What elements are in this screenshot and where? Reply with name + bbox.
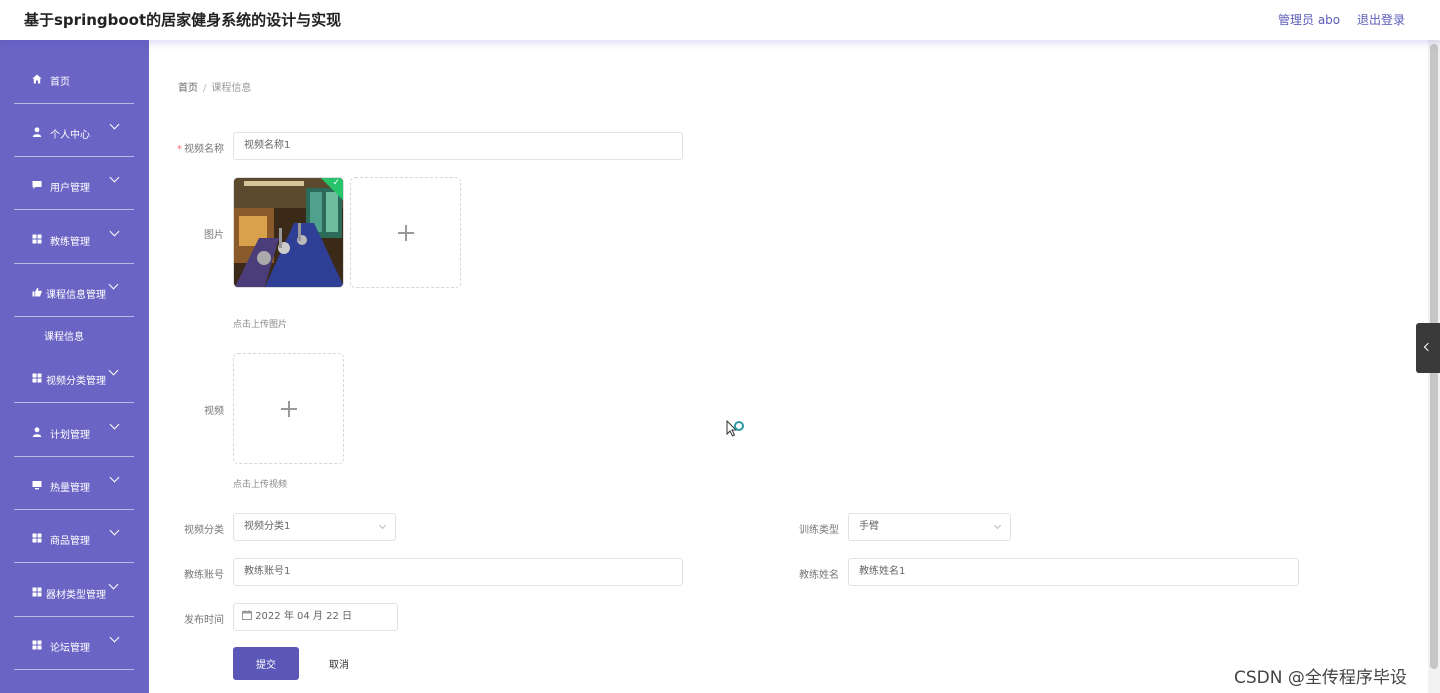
sidebar-item-course-management[interactable]: 课程信息管理 xyxy=(14,265,134,317)
chevron-down-icon xyxy=(109,472,120,483)
chevron-down-icon xyxy=(378,521,387,530)
current-user: 管理员 abo xyxy=(1278,13,1341,27)
watermark: CSDN @全传程序毕设 xyxy=(1234,668,1407,688)
sidebar-item-label: 器材类型管理 xyxy=(46,590,106,601)
sidebar-item-label: 课程信息管理 xyxy=(46,290,106,301)
sidebar-item-label: 教练管理 xyxy=(50,237,90,248)
chevron-left-icon xyxy=(1423,342,1433,352)
sidebar-item-label: 用户管理 xyxy=(50,183,90,194)
train-type-select[interactable]: 手臂 xyxy=(848,513,1011,541)
check-icon: ✓ xyxy=(332,178,340,188)
chevron-down-icon xyxy=(108,365,119,376)
image-upload-hint: 点击上传图片 xyxy=(233,320,288,330)
sidebar-item-forum-management[interactable]: 论坛管理 xyxy=(14,618,134,670)
video-name-label: * 视频名称 xyxy=(164,140,224,155)
top-bar: 基于springboot的居家健身系统的设计与实现 管理员 abo 退出登录 xyxy=(0,0,1440,40)
sidebar-item-personal-center[interactable]: 个人中心 xyxy=(14,105,134,157)
publish-time-picker[interactable]: 2022 年 04 月 22 日 xyxy=(233,603,398,631)
logout-link[interactable]: 退出登录 xyxy=(1357,11,1405,28)
sidebar-item-label: 首页 xyxy=(50,77,70,88)
user-icon xyxy=(32,427,42,437)
grid-icon xyxy=(32,234,42,244)
grid-icon xyxy=(32,373,42,383)
sidebar-item-video-category-management[interactable]: 视频分类管理 xyxy=(14,351,134,403)
home-icon xyxy=(32,74,42,84)
video-name-label-text: 视频名称 xyxy=(184,144,224,155)
chevron-down-icon xyxy=(109,419,120,430)
monitor-icon xyxy=(32,481,42,490)
coach-name-label: 教练姓名 xyxy=(799,570,839,581)
app-title: 基于springboot的居家健身系统的设计与实现 xyxy=(24,11,342,29)
chevron-down-icon xyxy=(108,279,119,290)
grid-icon xyxy=(32,533,42,543)
sidebar-item-label: 热量管理 xyxy=(50,483,90,494)
plus-icon xyxy=(288,401,290,417)
image-label: 图片 xyxy=(204,230,224,241)
grid-icon xyxy=(32,640,42,650)
busy-cursor-icon xyxy=(726,420,744,437)
sidebar-item-label: 论坛管理 xyxy=(50,643,90,654)
sidebar-item-label: 视频分类管理 xyxy=(46,376,106,387)
chevron-down-icon xyxy=(993,521,1002,530)
sidebar-item-calorie-management[interactable]: 热量管理 xyxy=(14,458,134,510)
image-upload-button[interactable] xyxy=(350,177,461,288)
publish-time-value: 2022 年 04 月 22 日 xyxy=(255,611,352,622)
grid-icon xyxy=(32,587,42,597)
breadcrumb-separator: / xyxy=(203,83,207,94)
sidebar-item-label: 计划管理 xyxy=(50,430,90,441)
category-label: 视频分类 xyxy=(184,525,224,536)
chevron-down-icon xyxy=(109,525,120,536)
publish-time-label: 发布时间 xyxy=(184,615,224,626)
video-upload-hint: 点击上传视频 xyxy=(233,480,288,490)
coach-account-input[interactable]: 教练账号1 xyxy=(233,558,683,586)
chat-icon xyxy=(32,181,42,189)
train-type-label: 训练类型 xyxy=(799,525,839,536)
chevron-down-icon xyxy=(109,632,120,643)
category-value: 视频分类1 xyxy=(244,521,291,532)
user-icon xyxy=(32,127,42,137)
sidebar-item-coach-management[interactable]: 教练管理 xyxy=(14,212,134,264)
sidebar-item-user-management[interactable]: 用户管理 xyxy=(14,158,134,210)
coach-account-label: 教练账号 xyxy=(184,570,224,581)
submit-button[interactable]: 提交 xyxy=(233,647,299,680)
sidebar-item-label: 个人中心 xyxy=(50,130,90,141)
sidebar: 首页 个人中心 用户管理 教练管理 课程信息管理 课程信息 视频分类管理 计划管… xyxy=(0,40,149,693)
video-upload-button[interactable] xyxy=(233,353,344,464)
gym-photo xyxy=(234,178,343,287)
sidebar-item-equipment-type-management[interactable]: 器材类型管理 xyxy=(14,565,134,617)
coach-name-input[interactable]: 教练姓名1 xyxy=(848,558,1299,586)
calendar-icon xyxy=(242,610,252,620)
sidebar-item-plan-management[interactable]: 计划管理 xyxy=(14,405,134,457)
sidebar-item-product-management[interactable]: 商品管理 xyxy=(14,511,134,563)
sidebar-item-label: 商品管理 xyxy=(50,536,90,547)
plus-icon xyxy=(405,225,407,241)
chevron-down-icon xyxy=(109,119,120,130)
thumb-icon xyxy=(32,287,42,297)
video-label: 视频 xyxy=(204,406,224,417)
chevron-down-icon xyxy=(108,579,119,590)
breadcrumb-home[interactable]: 首页 xyxy=(178,83,198,94)
sidebar-subitem-course-info[interactable]: 课程信息 xyxy=(14,317,134,351)
sidebar-item-home[interactable]: 首页 xyxy=(14,52,134,104)
sidebar-subitem-label: 课程信息 xyxy=(44,332,84,343)
breadcrumb: 首页 / 课程信息 xyxy=(178,79,251,94)
video-name-input[interactable]: 视频名称1 xyxy=(233,132,683,160)
uploaded-image[interactable]: ✓ xyxy=(233,177,344,288)
breadcrumb-current: 课程信息 xyxy=(211,83,252,94)
cancel-button[interactable]: 取消 xyxy=(306,647,372,680)
category-select[interactable]: 视频分类1 xyxy=(233,513,396,541)
train-type-value: 手臂 xyxy=(859,521,879,532)
chevron-down-icon xyxy=(109,172,120,183)
side-panel-toggle[interactable] xyxy=(1416,323,1440,373)
required-mark: * xyxy=(177,144,182,155)
chevron-down-icon xyxy=(109,226,120,237)
